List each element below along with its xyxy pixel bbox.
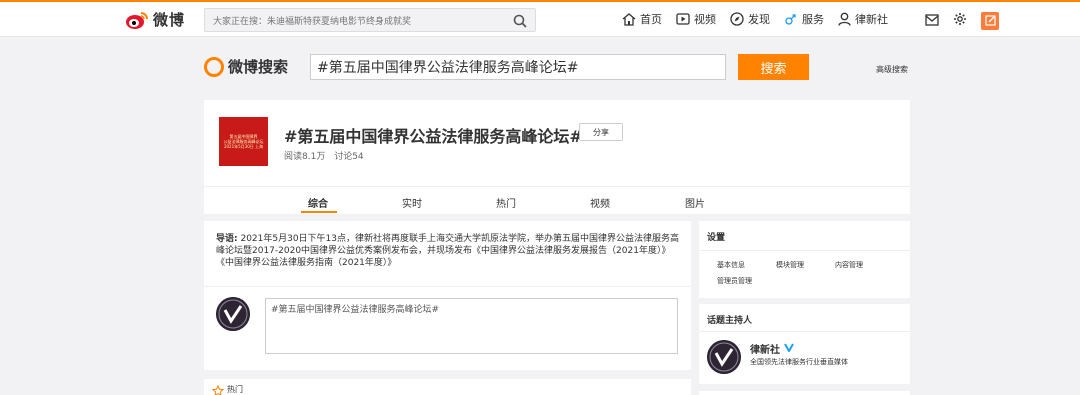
nav-video[interactable]: 视频 [676,11,716,27]
compose-button[interactable] [981,11,999,30]
nav-video-label: 视频 [694,13,716,26]
topic-host-panel: 话题主持人 律新社 全国领先法律服务行业垂直媒体 [699,304,910,384]
weibo-eye-icon [125,10,149,30]
host-name-text: 律新社 [750,345,780,356]
settings-content-management[interactable]: 内容管理 [835,260,863,270]
host-name[interactable]: 律新社 [750,341,794,356]
nav-home[interactable]: 首页 [622,11,662,27]
tab-video[interactable]: 视频 [590,195,610,210]
topic-intro: 导语: 2021年5月30日下午13点，律新社将再度联手上海交通大学凯原法学院，… [204,221,691,286]
topic-image-line: 2021年5月30日 上海 [223,144,264,149]
hot-label: 热门 [227,385,243,394]
tab-realtime[interactable]: 实时 [402,195,422,210]
user-icon [838,12,851,26]
advanced-search-link[interactable]: 高级搜索 [876,64,908,75]
nav-service[interactable]: 服务 [784,11,824,27]
intro-label: 导语: [216,234,238,244]
host-avatar[interactable] [707,340,741,374]
weibo-logo[interactable]: 微博 [125,9,185,30]
search-logo-icon [204,56,224,77]
compose-icon [984,15,996,26]
top-nav: 微博 首页 视频 发现 服务 律新社 [0,0,1080,37]
host-description: 全国领先法律服务行业垂直媒体 [750,358,848,366]
verified-icon [784,343,794,355]
nav-profile[interactable]: 律新社 [838,11,888,27]
avatar[interactable] [216,297,250,331]
nav-service-label: 服务 [802,13,824,26]
settings-basic-info[interactable]: 基本信息 [717,260,745,270]
divider [699,331,910,332]
home-icon [622,12,636,26]
video-icon [676,13,690,25]
search-icon[interactable] [513,13,527,32]
topic-stats: 阅读8.1万 讨论54 [284,149,370,162]
nav-search-input[interactable] [205,11,505,33]
settings-module-management[interactable]: 模块管理 [776,260,804,270]
tab-images[interactable]: 图片 [685,195,705,210]
host-title: 话题主持人 [707,316,753,326]
topic-tabs: 综合 实时 热门 视频 图片 [204,186,910,214]
search-logo-text: 微博搜索 [228,58,289,76]
logo-text: 微博 [153,11,186,29]
main-search-input[interactable] [311,55,725,79]
weibo-search-logo: 微博搜索 [204,56,288,77]
intro-text: 2021年5月30日下午13点，律新社将再度联手上海交通大学凯原法学院，举办第五… [216,234,680,268]
divider [699,250,910,251]
nav-links: 首页 视频 发现 服务 律新社 [622,11,902,27]
mail-icon[interactable] [925,11,939,30]
settings-title: 设置 [707,233,726,243]
discussion-count: 讨论54 [334,152,364,162]
topic-title: #第五届中国律界公益法律服务高峰论坛# [284,127,583,146]
search-button[interactable]: 搜索 [738,54,809,80]
nav-discover[interactable]: 发现 [730,11,770,27]
nav-discover-label: 发现 [748,13,770,26]
main-search-box [310,54,726,80]
post-input[interactable]: #第五届中国律界公益法律服务高峰论坛# [265,298,678,354]
settings-admin-management[interactable]: 管理员管理 [717,276,752,286]
service-icon [785,14,796,25]
topic-image: 第五届中国律界 公益法律服务高峰论坛 2021年5月30日 上海 [219,117,268,166]
share-button[interactable]: 分享 [579,123,623,141]
nav-search-box [204,8,536,33]
tab-hot[interactable]: 热门 [496,195,516,210]
topic-card: 第五届中国律界 公益法律服务高峰论坛 2021年5月30日 上海 #第五届中国律… [204,100,910,214]
settings-panel: 设置 基本信息 模块管理 内容管理 管理员管理 [699,221,910,298]
nav-right-icons [925,11,999,30]
star-icon [211,382,225,395]
hot-section: 热门 [204,379,691,395]
tab-comprehensive[interactable]: 综合 [308,195,328,210]
next-panel [699,391,910,395]
active-tab-indicator [301,211,337,213]
post-composer: #第五届中国律界公益法律服务高峰论坛# [204,286,691,370]
read-count: 阅读8.1万 [284,152,326,162]
compass-icon [730,12,744,26]
gear-icon[interactable] [953,11,967,30]
nav-home-label: 首页 [640,13,662,26]
nav-profile-label: 律新社 [855,13,888,26]
